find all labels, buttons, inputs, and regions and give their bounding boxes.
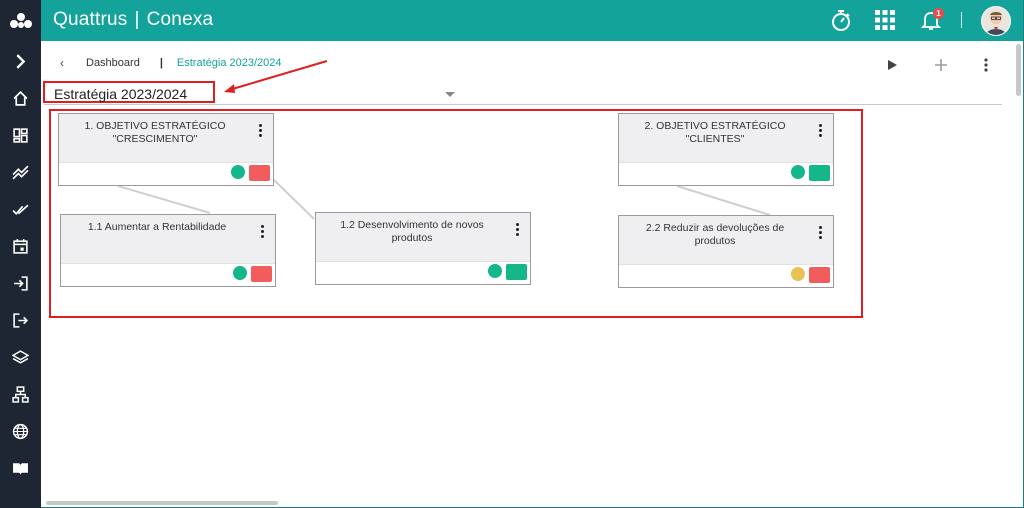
performance-bar (809, 267, 830, 283)
performance-bar (249, 165, 270, 181)
objective-card-2[interactable]: 2. OBJETIVO ESTRATÉGICO "CLIENTES" (618, 113, 834, 186)
card-menu-icon[interactable] (259, 124, 263, 139)
status-dot (791, 267, 805, 281)
card-menu-icon[interactable] (516, 223, 520, 238)
status-dot (233, 266, 247, 280)
card-title: 2.2 Reduzir as devoluções de produtos (645, 222, 785, 247)
horizontal-scrollbar[interactable] (46, 501, 278, 505)
status-dot (791, 165, 805, 179)
vertical-scrollbar[interactable] (1016, 44, 1021, 96)
performance-bar (506, 264, 527, 280)
status-dot (231, 165, 245, 179)
card-title: 1.2 Desenvolvimento de novos produtos (340, 219, 484, 244)
card-title: 1. OBJETIVO ESTRATÉGICO "CRESCIMENTO" (84, 120, 226, 145)
objective-card-1[interactable]: 1. OBJETIVO ESTRATÉGICO "CRESCIMENTO" (58, 113, 274, 186)
card-title: 1.1 Aumentar a Rentabilidade (87, 221, 227, 233)
performance-bar (251, 266, 272, 282)
card-menu-icon[interactable] (261, 225, 265, 240)
performance-bar (809, 165, 830, 181)
status-dot (488, 264, 502, 278)
card-menu-icon[interactable] (819, 124, 823, 139)
objective-card-2-2[interactable]: 2.2 Reduzir as devoluções de produtos (618, 215, 834, 288)
card-menu-icon[interactable] (819, 226, 823, 241)
objective-card-1-1[interactable]: 1.1 Aumentar a Rentabilidade (60, 214, 276, 287)
card-title: 2. OBJETIVO ESTRATÉGICO "CLIENTES" (644, 120, 786, 145)
objective-card-1-2[interactable]: 1.2 Desenvolvimento de novos produtos (315, 212, 531, 285)
